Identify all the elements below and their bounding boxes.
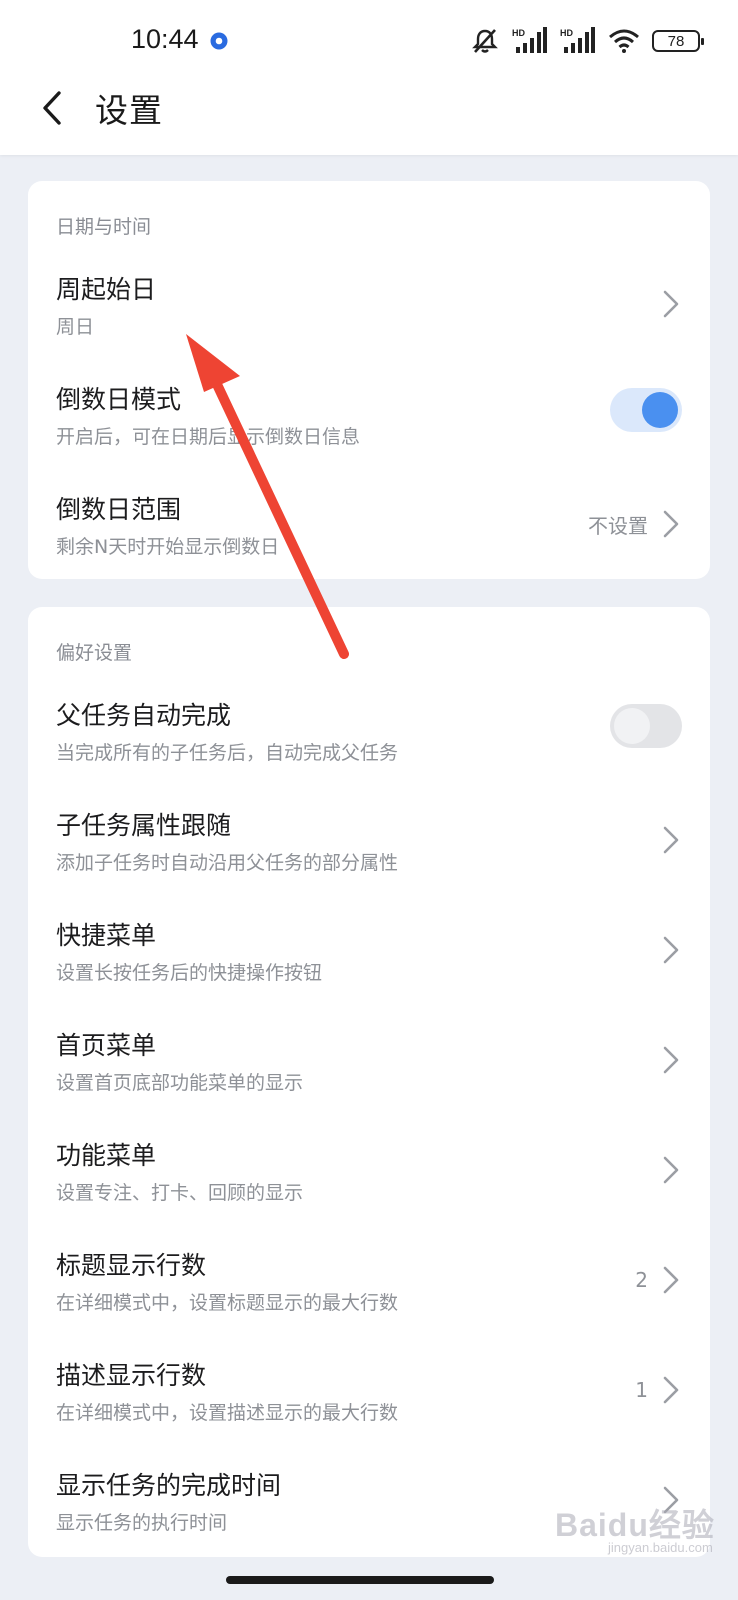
wifi-icon	[609, 29, 639, 53]
home-indicator[interactable]	[226, 1576, 494, 1584]
row-subtitle: 当完成所有的子任务后，自动完成父任务	[56, 742, 399, 764]
top-bar: 10:44 HD HD 78 设置	[0, 0, 738, 155]
status-icons: HD HD 78	[470, 26, 704, 56]
row-title: 倒数日模式	[56, 385, 182, 414]
row-control	[660, 1150, 682, 1190]
row-subtitle: 设置专注、打卡、回顾的显示	[56, 1182, 304, 1204]
watermark-sub: jingyan.baidu.com	[608, 1540, 713, 1555]
chevron-right-icon	[663, 1376, 679, 1404]
status-time: 10:44	[131, 24, 199, 54]
row-control	[660, 930, 682, 970]
battery-icon: 78	[652, 30, 704, 52]
row-title: 显示任务的完成时间	[56, 1471, 282, 1500]
setting-row-feature-menu[interactable]: 功能菜单 设置专注、打卡、回顾的显示	[28, 1136, 710, 1248]
hd-signal-1-icon: HD	[512, 27, 547, 53]
hd-signal-2-icon: HD	[560, 27, 595, 53]
row-subtitle: 开启后，可在日期后显示倒数日信息	[56, 426, 361, 448]
row-title: 描述显示行数	[56, 1361, 207, 1390]
row-control: 2	[635, 1260, 682, 1300]
section-card-preferences: 偏好设置 父任务自动完成 当完成所有的子任务后，自动完成父任务 子任务属性跟随 …	[28, 607, 710, 1557]
row-control	[610, 388, 682, 432]
setting-row-countdown-range[interactable]: 倒数日范围 剩余N天时开始显示倒数日 不设置	[28, 490, 710, 602]
battery-level: 78	[667, 32, 685, 50]
row-title: 父任务自动完成	[56, 701, 232, 730]
toggle-knob	[614, 708, 650, 744]
network-label-1: HD	[512, 28, 525, 38]
chevron-right-icon	[663, 1046, 679, 1074]
status-bar: 10:44 HD HD 78	[0, 0, 738, 82]
chevron-right-icon	[663, 510, 679, 538]
chevron-right-icon	[663, 1156, 679, 1184]
row-title: 倒数日范围	[56, 495, 182, 524]
setting-row-subtask-inherit[interactable]: 子任务属性跟随 添加子任务时自动沿用父任务的部分属性	[28, 806, 710, 918]
row-control	[660, 820, 682, 860]
row-subtitle: 在详细模式中，设置描述显示的最大行数	[56, 1402, 399, 1424]
row-title: 功能菜单	[56, 1141, 157, 1170]
row-value: 不设置	[588, 513, 648, 538]
chevron-right-icon	[663, 290, 679, 318]
setting-row-countdown-mode: 倒数日模式 开启后，可在日期后显示倒数日信息	[28, 380, 710, 492]
chevron-right-icon	[663, 1266, 679, 1294]
setting-row-week-start[interactable]: 周起始日 周日	[28, 270, 710, 382]
row-control: 不设置	[588, 504, 682, 544]
network-label-2: HD	[560, 28, 573, 38]
row-title: 周起始日	[56, 275, 157, 304]
row-title: 标题显示行数	[56, 1251, 207, 1280]
mute-icon	[472, 29, 498, 53]
row-control: 1	[635, 1370, 682, 1410]
row-subtitle: 剩余N天时开始显示倒数日	[56, 536, 280, 558]
chevron-right-icon	[663, 826, 679, 854]
row-subtitle: 在详细模式中，设置标题显示的最大行数	[56, 1292, 399, 1314]
row-control	[610, 704, 682, 748]
setting-row-title-lines[interactable]: 标题显示行数 在详细模式中，设置标题显示的最大行数 2	[28, 1246, 710, 1358]
page-title: 设置	[95, 91, 163, 130]
chevron-right-icon	[663, 936, 679, 964]
row-title: 首页菜单	[56, 1031, 157, 1060]
section-card-date-time: 日期与时间 周起始日 周日 倒数日模式 开启后，可在日期后显示倒数日信息 倒数日…	[28, 181, 710, 579]
setting-row-description-lines[interactable]: 描述显示行数 在详细模式中，设置描述显示的最大行数 1	[28, 1356, 710, 1468]
row-title: 快捷菜单	[56, 921, 157, 950]
chevron-left-icon	[43, 91, 61, 125]
section-title: 偏好设置	[56, 642, 133, 664]
row-subtitle: 周日	[56, 316, 95, 338]
row-control	[660, 1040, 682, 1080]
countdown-mode-toggle[interactable]	[610, 388, 682, 432]
row-value: 1	[635, 1378, 648, 1402]
row-subtitle: 设置长按任务后的快捷操作按钮	[56, 962, 323, 984]
setting-row-shortcut-menu[interactable]: 快捷菜单 设置长按任务后的快捷操作按钮	[28, 916, 710, 1028]
section-title: 日期与时间	[56, 216, 152, 238]
row-subtitle: 显示任务的执行时间	[56, 1512, 228, 1534]
setting-row-home-menu[interactable]: 首页菜单 设置首页底部功能菜单的显示	[28, 1026, 710, 1138]
nav-bar: 设置	[0, 82, 738, 155]
back-button[interactable]	[26, 82, 78, 134]
row-control	[660, 284, 682, 324]
row-subtitle: 设置首页底部功能菜单的显示	[56, 1072, 304, 1094]
row-subtitle: 添加子任务时自动沿用父任务的部分属性	[56, 852, 399, 874]
row-title: 子任务属性跟随	[56, 811, 232, 840]
parent-auto-complete-toggle[interactable]	[610, 704, 682, 748]
setting-row-parent-auto-complete: 父任务自动完成 当完成所有的子任务后，自动完成父任务	[28, 696, 710, 808]
app-notification-icon	[210, 32, 228, 50]
row-value: 2	[635, 1268, 648, 1292]
toggle-knob	[642, 392, 678, 428]
